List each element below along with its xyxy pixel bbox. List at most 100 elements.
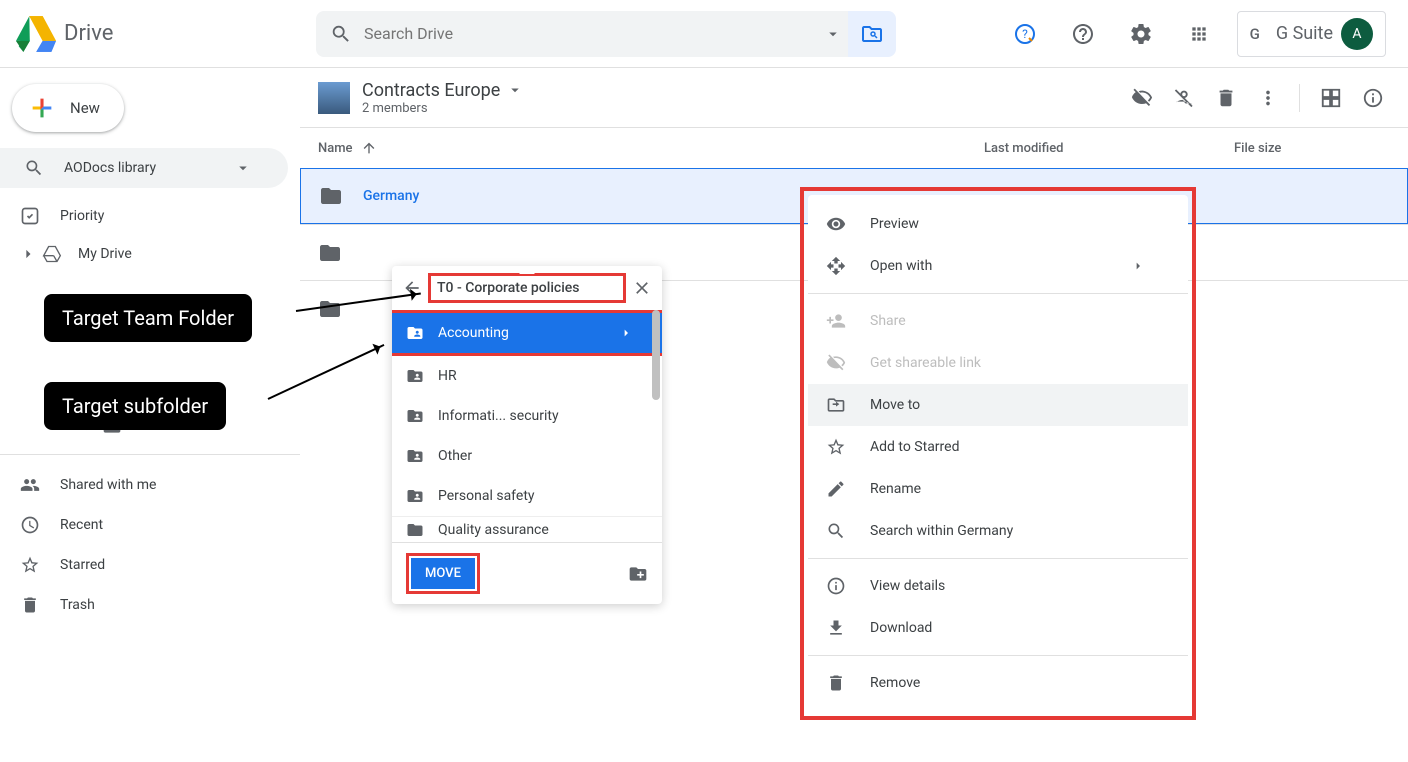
shared-folder-icon [406,447,424,465]
folder-icon [318,241,342,265]
new-folder-icon[interactable] [628,564,648,584]
header-icons: ? G G Suite A [1005,11,1392,57]
my-drive-label: My Drive [78,246,132,262]
column-header: Name Last modified File size [300,128,1408,168]
apps-icon[interactable] [1179,14,1219,54]
cm-rename[interactable]: Rename [808,468,1188,510]
info-icon[interactable] [1362,87,1384,109]
info-icon [826,576,846,596]
shared-folder-icon [406,407,424,425]
folder-info: Contracts Europe 2 members [362,80,524,116]
visibility-off-icon[interactable] [1131,87,1153,109]
chevron-right-icon [618,324,634,342]
trash-icon [20,595,40,615]
sidebar-my-drive[interactable]: My Drive [0,236,300,272]
mp-item-infosec[interactable]: Informati... security [392,396,662,436]
shared-folder-icon [406,487,424,505]
help-icon[interactable] [1063,14,1103,54]
person-off-icon[interactable] [1173,87,1195,109]
trash-icon[interactable] [1215,87,1237,109]
file-name: Germany [363,188,419,204]
scrollbar[interactable] [652,310,660,400]
cm-open-with[interactable]: Open with [808,245,1188,287]
drive-icon [42,244,62,264]
move-panel-title: T0 - Corporate policies [428,273,626,303]
shared-folder-icon [406,367,424,385]
folder-title-row[interactable]: Contracts Europe [362,80,524,101]
download-icon [826,618,846,638]
search-extension[interactable] [848,11,896,57]
starred-label: Starred [60,557,272,573]
mp-item-other[interactable]: Other [392,436,662,476]
folder-search-icon [860,22,884,46]
col-name[interactable]: Name [318,140,984,156]
gsuite-button[interactable]: G G Suite A [1237,11,1386,57]
star-icon [20,555,40,575]
folder-icon [318,297,342,321]
dropdown-icon [234,159,252,177]
drive-logo-icon [16,14,56,54]
cm-move-to[interactable]: Move to [808,384,1188,426]
cm-preview[interactable]: Preview [808,203,1188,245]
folder-icon [319,184,343,208]
trash-label: Trash [60,597,272,613]
annotation-team-folder: Target Team Folder [44,294,252,342]
priority-label: Priority [60,208,272,224]
search-input[interactable] [364,24,816,43]
cm-share-link: Get shareable link [808,342,1188,384]
mp-item-qa[interactable]: Quality assurance [392,516,662,542]
person-add-icon [826,311,846,331]
svg-text:?: ? [1022,27,1028,41]
move-icon [826,395,846,415]
cm-search-within[interactable]: Search within Germany [808,510,1188,552]
settings-icon[interactable] [1121,14,1161,54]
col-modified[interactable]: Last modified [984,141,1234,156]
content-header: Contracts Europe 2 members [300,68,1408,128]
eye-icon [826,214,846,234]
new-label: New [70,99,100,117]
search-bar[interactable] [316,11,856,57]
chevron-right-icon [1130,256,1146,276]
close-icon[interactable] [632,278,652,298]
logo-area: Drive [16,14,316,54]
content-actions [1131,84,1384,112]
avatar[interactable]: A [1341,18,1373,50]
move-panel-footer: MOVE [392,542,662,604]
sidebar-priority[interactable]: Priority [0,196,288,236]
library-selector[interactable]: AODocs library [0,148,288,188]
cm-details[interactable]: View details [808,565,1188,607]
search-icon [330,23,352,45]
clock-icon [20,515,40,535]
expand-icon [18,244,38,264]
mp-item-hr[interactable]: HR [392,356,662,396]
sidebar-recent[interactable]: Recent [0,505,288,545]
col-size[interactable]: File size [1234,141,1384,156]
visibility-off-icon [826,353,846,373]
plus-icon [28,94,56,122]
shared-label: Shared with me [60,477,272,493]
library-label: AODocs library [64,160,234,176]
header: Drive ? G G Suite A [0,0,1408,68]
move-button[interactable]: MOVE [411,558,475,589]
mp-item-accounting[interactable]: Accounting [392,313,662,353]
shared-folder-icon [406,521,424,539]
context-menu: Preview Open with Share Get shareable li… [808,195,1188,712]
cm-download[interactable]: Download [808,607,1188,649]
sidebar-shared-with-me[interactable]: Shared with me [0,465,288,505]
sidebar-starred[interactable]: Starred [0,545,288,585]
mp-item-safety[interactable]: Personal safety [392,476,662,516]
gsuite-label: G Suite [1276,23,1333,44]
support-icon[interactable]: ? [1005,14,1045,54]
search-icon [24,158,44,178]
new-button[interactable]: New [12,84,124,132]
sidebar-trash[interactable]: Trash [0,585,288,625]
grid-view-icon[interactable] [1320,87,1342,109]
priority-icon [20,206,40,226]
svg-text:G: G [1250,25,1260,43]
app-title: Drive [64,21,113,46]
cm-remove[interactable]: Remove [808,662,1188,704]
cm-star[interactable]: Add to Starred [808,426,1188,468]
dropdown-icon[interactable] [824,25,842,43]
more-icon[interactable] [1257,87,1279,109]
edit-icon [826,479,846,499]
